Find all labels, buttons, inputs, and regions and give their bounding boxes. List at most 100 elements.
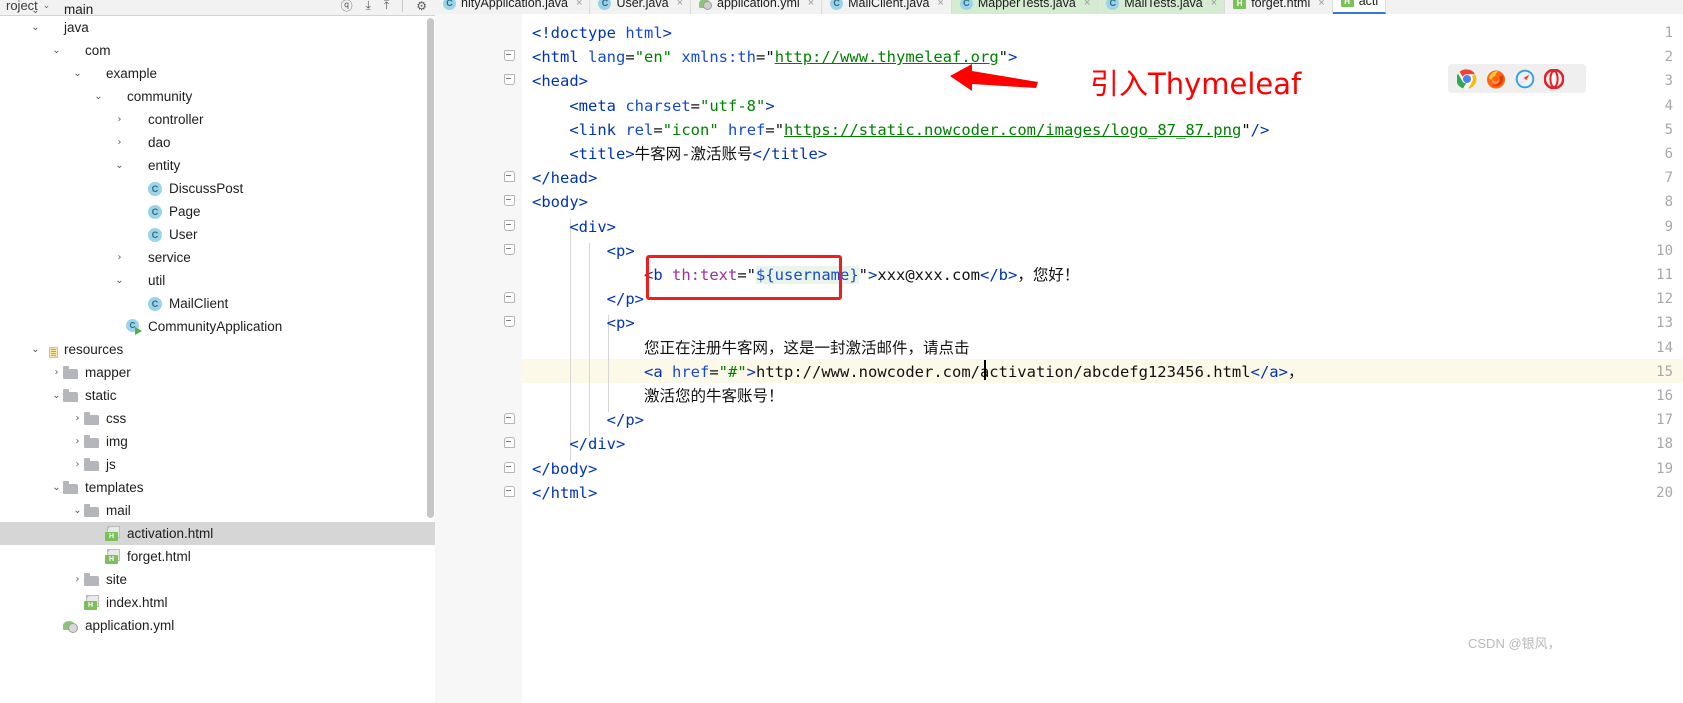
code-line-2[interactable]: <html lang="en" xmlns:th="http://www.thy… [532, 45, 1017, 69]
code-line-3[interactable]: <head> [532, 69, 588, 93]
code-line-12[interactable]: </p> [532, 287, 644, 311]
editor-tab-acti[interactable]: acti [1332, 0, 1387, 14]
tree-item-user[interactable]: User [0, 223, 435, 246]
chevron-down-icon[interactable]: ⌄ [50, 390, 63, 401]
tree-item-example[interactable]: ⌄ example [0, 62, 435, 85]
editor-tab-user-java[interactable]: User.java × [590, 0, 691, 14]
chevron-right-icon[interactable]: › [113, 114, 126, 125]
tree-item-dao[interactable]: › dao [0, 131, 435, 154]
chrome-icon[interactable] [1456, 68, 1477, 89]
chevron-right-icon[interactable]: › [113, 252, 126, 263]
fold-toggle-icon[interactable] [503, 412, 515, 425]
close-icon[interactable]: × [1211, 0, 1217, 9]
tree-item-mailclient[interactable]: MailClient [0, 292, 435, 315]
tree-item-application-yml[interactable]: application.yml [0, 614, 435, 637]
close-icon[interactable]: × [576, 0, 582, 9]
tree-item-index-html[interactable]: Hindex.html [0, 591, 435, 614]
tree-item-page[interactable]: Page [0, 200, 435, 223]
firefox-icon[interactable] [1486, 69, 1506, 89]
tree-item-mapper[interactable]: › mapper [0, 361, 435, 384]
code-line-6[interactable]: <title>牛客网-激活账号</title> [532, 142, 827, 166]
chevron-down-icon[interactable]: ⌄ [92, 91, 105, 102]
code-line-16[interactable]: 激活您的牛客账号！ [532, 384, 784, 408]
fold-toggle-icon[interactable] [503, 170, 515, 183]
chevron-right-icon[interactable]: › [71, 459, 84, 470]
fold-toggle-icon[interactable] [503, 73, 515, 86]
close-icon[interactable]: × [808, 0, 814, 9]
opera-icon[interactable] [1543, 68, 1565, 89]
close-icon[interactable]: × [677, 0, 683, 9]
tree-item-js[interactable]: › js [0, 453, 435, 476]
fold-toggle-icon[interactable] [503, 436, 515, 449]
code-line-1[interactable]: <!doctype html> [532, 21, 672, 45]
code-text-area[interactable]: <!doctype html> <html lang="en" xmlns:th=… [522, 14, 1683, 703]
tree-item-service[interactable]: › service [0, 246, 435, 269]
chevron-down-icon[interactable]: ⌄ [50, 45, 63, 56]
code-line-18[interactable]: </div> [532, 432, 625, 456]
chevron-right-icon[interactable]: › [71, 574, 84, 585]
tree-item-main[interactable]: ⌄ main [0, 4, 435, 16]
code-line-4[interactable]: <meta charset="utf-8"> [532, 94, 774, 118]
tree-item-entity[interactable]: ⌄ entity [0, 154, 435, 177]
code-line-19[interactable]: </body> [532, 457, 597, 481]
project-tree[interactable]: ⌄ main ⌄ java ⌄ com ⌄ example ⌄ community › control… [0, 4, 435, 637]
close-icon[interactable]: × [937, 0, 943, 9]
fold-toggle-icon[interactable] [503, 485, 515, 497]
editor-tab-mailclient-java[interactable]: MailClient.java × [822, 0, 952, 14]
code-line-5[interactable]: <link rel="icon" href="https://static.no… [532, 118, 1269, 142]
chevron-down-icon[interactable]: ⌄ [71, 505, 84, 516]
tree-item-discusspost[interactable]: DiscussPost [0, 177, 435, 200]
tree-item-templates[interactable]: ⌄ templates [0, 476, 435, 499]
chevron-down-icon[interactable]: ⌄ [29, 344, 42, 355]
code-line-8[interactable]: <body> [532, 190, 588, 214]
chevron-right-icon[interactable]: › [71, 413, 84, 424]
editor-tab-application-yml[interactable]: application.yml × [691, 0, 823, 14]
close-icon[interactable]: × [1084, 0, 1090, 9]
editor-tab-forget-html[interactable]: forget.html × [1225, 0, 1333, 14]
code-line-11[interactable]: <b th:text="${username}">xxx@xxx.com</b>… [532, 263, 1079, 287]
code-line-13[interactable]: <p> [532, 311, 635, 335]
editor-tab-nityapplication-java[interactable]: nityApplication.java × [435, 0, 591, 14]
tree-item-static[interactable]: ⌄ static [0, 384, 435, 407]
tree-item-controller[interactable]: › controller [0, 108, 435, 131]
tree-item-mail[interactable]: ⌄ mail [0, 499, 435, 522]
code-line-9[interactable]: <div> [532, 215, 616, 239]
code-line-7[interactable]: </head> [532, 166, 597, 190]
code-folding-gutter[interactable] [500, 14, 523, 703]
code-editor[interactable]: <!doctype html> <html lang="en" xmlns:th=… [435, 14, 1683, 703]
tree-item-forget-html[interactable]: Hforget.html [0, 545, 435, 568]
safari-icon[interactable] [1515, 69, 1535, 89]
fold-toggle-icon[interactable] [503, 461, 515, 473]
chevron-right-icon[interactable]: › [50, 367, 63, 378]
tree-item-community[interactable]: ⌄ community [0, 85, 435, 108]
tree-item-activation-html[interactable]: Hactivation.html [0, 522, 435, 545]
tree-item-resources[interactable]: ⌄ resources [0, 338, 435, 361]
code-line-10[interactable]: <p> [532, 239, 635, 263]
chevron-down-icon[interactable]: ⌄ [113, 275, 126, 286]
fold-toggle-icon[interactable] [503, 194, 515, 207]
code-line-15[interactable]: <a href="#">http://www.nowcoder.com/acti… [532, 360, 1303, 384]
code-line-20[interactable]: </html> [532, 481, 597, 505]
chevron-down-icon[interactable]: ⌄ [29, 5, 42, 16]
editor-tab-bar[interactable]: nityApplication.java×User.java×applicati… [435, 0, 1683, 15]
editor-tab-mappertests-java[interactable]: MapperTests.java × [951, 0, 1099, 14]
tree-item-util[interactable]: ⌄ util [0, 269, 435, 292]
tree-item-site[interactable]: › site [0, 568, 435, 591]
tree-item-css[interactable]: › css [0, 407, 435, 430]
fold-toggle-icon[interactable] [503, 315, 515, 328]
editor-tab-mailtests-java[interactable]: MailTests.java × [1098, 0, 1226, 14]
tree-item-communityapplication[interactable]: CommunityApplication [0, 315, 435, 338]
tree-item-img[interactable]: › img [0, 430, 435, 453]
chevron-down-icon[interactable]: ⌄ [71, 68, 84, 79]
sidebar-scrollbar[interactable] [427, 18, 434, 518]
code-line-17[interactable]: </p> [532, 408, 644, 432]
tree-item-java[interactable]: ⌄ java [0, 16, 435, 39]
chevron-down-icon[interactable]: ⌄ [50, 482, 63, 493]
chevron-down-icon[interactable]: ⌄ [113, 160, 126, 171]
chevron-down-icon[interactable]: ⌄ [29, 22, 42, 33]
chevron-right-icon[interactable]: › [71, 436, 84, 447]
fold-toggle-icon[interactable] [503, 291, 515, 304]
chevron-right-icon[interactable]: › [113, 137, 126, 148]
tree-item-com[interactable]: ⌄ com [0, 39, 435, 62]
fold-toggle-icon[interactable] [503, 49, 515, 62]
